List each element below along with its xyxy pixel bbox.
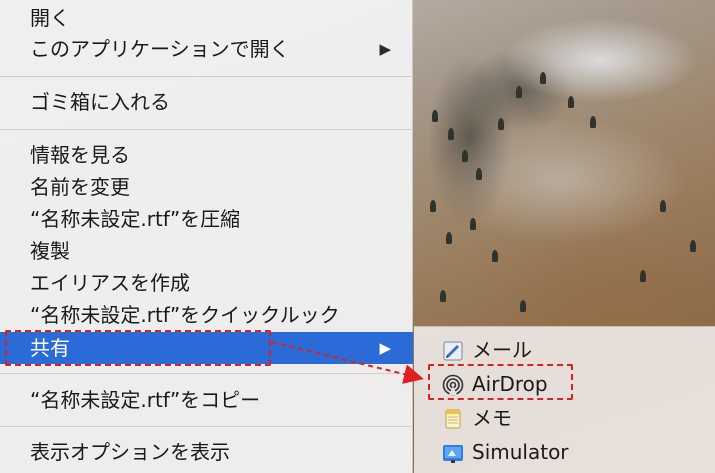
tree (432, 110, 438, 122)
tree (430, 200, 436, 212)
menu-item-label: 表示オプションを表示 (30, 440, 230, 464)
tree (440, 290, 446, 302)
tree (446, 232, 452, 244)
menu-item-move-to-trash[interactable]: ゴミ箱に入れる (0, 86, 413, 118)
menu-item-label: “名称未設定.rtf”をコピー (30, 388, 261, 412)
menu-item-label: “名称未設定.rtf”をクイックルック (30, 303, 340, 327)
tree (448, 128, 454, 140)
simulator-icon (443, 445, 463, 463)
menu-item-make-alias[interactable]: エイリアスを作成 (0, 267, 413, 299)
menu-separator (0, 426, 413, 427)
menu-item-quick-look[interactable]: “名称未設定.rtf”をクイックルック (0, 299, 413, 331)
menu-separator (0, 76, 413, 77)
menu-item-label: ゴミ箱に入れる (30, 90, 170, 114)
tree (476, 168, 482, 180)
share-item-label: Simulator (472, 440, 569, 464)
share-item-label: メモ (472, 406, 512, 430)
notes-icon (445, 409, 461, 429)
menu-item-label: 情報を見る (30, 143, 130, 167)
menu-item-open[interactable]: 開く (0, 2, 413, 34)
menu-item-label: 名前を変更 (30, 175, 130, 199)
share-item-label: メール (472, 338, 532, 362)
menu-item-compress[interactable]: “名称未設定.rtf”を圧縮 (0, 203, 413, 235)
menu-item-label: エイリアスを作成 (30, 271, 190, 295)
tree (690, 240, 696, 252)
share-item-notes[interactable]: メモ (414, 401, 715, 435)
tree (568, 96, 574, 108)
mail-icon (443, 341, 463, 361)
menu-item-get-info[interactable]: 情報を見る (0, 139, 413, 171)
tree (470, 218, 476, 230)
tree (492, 250, 498, 262)
submenu-arrow-icon: ▶ (379, 40, 391, 58)
tree (640, 270, 646, 282)
menu-item-open-with[interactable]: このアプリケーションで開く ▶ (0, 33, 413, 65)
share-item-simulator[interactable]: Simulator (414, 435, 715, 469)
menu-item-label: 複製 (30, 239, 70, 263)
airdrop-highlight-box (428, 364, 573, 400)
tree (590, 116, 596, 128)
share-highlight-box (5, 330, 271, 366)
share-item-mail[interactable]: メール (414, 333, 715, 367)
menu-separator (0, 129, 413, 130)
tree (498, 118, 504, 130)
menu-item-duplicate[interactable]: 複製 (0, 235, 413, 267)
menu-item-label: “名称未設定.rtf”を圧縮 (30, 207, 241, 231)
tree (516, 86, 522, 98)
submenu-arrow-icon: ▶ (379, 339, 391, 357)
menu-item-label: 開く (30, 6, 70, 30)
menu-item-rename[interactable]: 名前を変更 (0, 171, 413, 203)
tree (660, 200, 666, 212)
tree (462, 150, 468, 162)
menu-item-copy[interactable]: “名称未設定.rtf”をコピー (0, 384, 413, 416)
menu-separator (0, 373, 413, 374)
context-menu: 開く このアプリケーションで開く ▶ ゴミ箱に入れる 情報を見る 名前を変更 “名… (0, 0, 413, 473)
tree (540, 72, 546, 84)
tree (520, 300, 526, 312)
menu-item-show-view-options[interactable]: 表示オプションを表示 (0, 436, 413, 468)
menu-item-label: このアプリケーションで開く (30, 37, 290, 61)
